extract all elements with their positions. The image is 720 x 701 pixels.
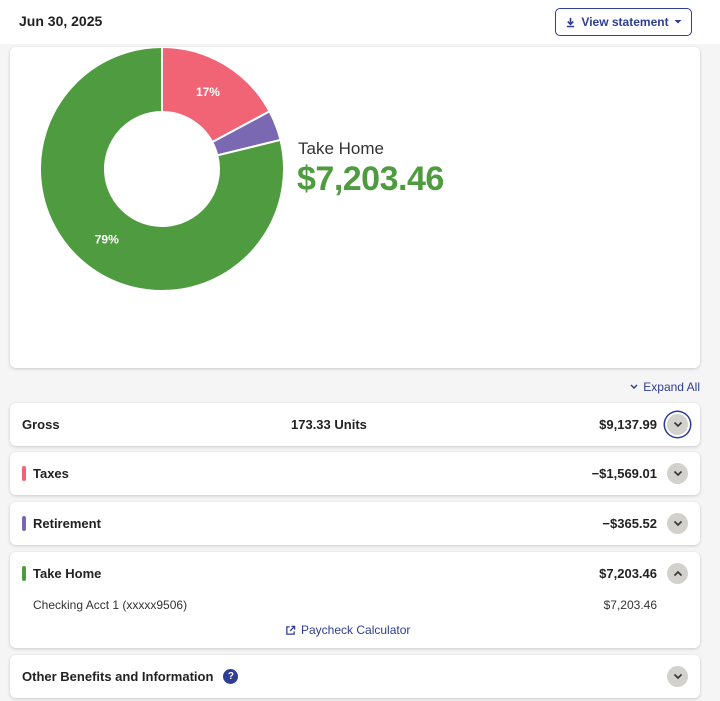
chevron-down-icon bbox=[630, 384, 638, 390]
retirement-amount: −$365.52 bbox=[602, 516, 657, 531]
other-benefits-title: Other Benefits and Information ? bbox=[22, 669, 239, 684]
chevron-down-icon bbox=[673, 470, 682, 477]
gross-units: 173.33 Units bbox=[291, 417, 367, 432]
take-home-row[interactable]: Take Home $7,203.46 Checking Acct 1 (xxx… bbox=[10, 552, 700, 648]
view-statement-label: View statement bbox=[581, 15, 669, 29]
taxes-title: Taxes bbox=[22, 466, 69, 481]
download-icon bbox=[567, 17, 575, 27]
take-home-title: Take Home bbox=[22, 566, 101, 581]
help-icon[interactable]: ? bbox=[223, 669, 239, 684]
checking-account-label: Checking Acct 1 (xxxxx9506) bbox=[33, 598, 188, 612]
chevron-down-icon bbox=[673, 421, 682, 428]
pay-date: Jun 30, 2025 bbox=[19, 13, 103, 29]
view-statement-button[interactable]: View statement bbox=[555, 8, 692, 36]
external-link-icon bbox=[286, 625, 296, 635]
taxes-color-bar bbox=[22, 466, 26, 481]
gross-label: Gross bbox=[22, 417, 60, 432]
other-benefits-expand-button[interactable] bbox=[667, 666, 688, 687]
chevron-down-icon bbox=[673, 673, 682, 680]
retirement-label: Retirement bbox=[33, 516, 101, 531]
retirement-color-bar bbox=[22, 516, 26, 531]
take-home-value: $7,203.46 bbox=[297, 160, 444, 198]
other-benefits-label: Other Benefits and Information bbox=[22, 669, 214, 684]
checking-account-amount: $7,203.46 bbox=[603, 598, 657, 612]
gross-row[interactable]: Gross 173.33 Units $9,137.99 bbox=[10, 403, 700, 446]
taxes-amount: −$1,569.01 bbox=[591, 466, 657, 481]
other-benefits-row[interactable]: Other Benefits and Information ? bbox=[10, 655, 700, 698]
taxes-row[interactable]: Taxes −$1,569.01 bbox=[10, 452, 700, 495]
taxes-expand-button[interactable] bbox=[667, 463, 688, 484]
caret-down-icon bbox=[674, 20, 682, 24]
gross-amount: $9,137.99 bbox=[599, 417, 657, 432]
taxes-label: Taxes bbox=[33, 466, 69, 481]
donut-label-taxes: 17% bbox=[196, 85, 220, 99]
retirement-row[interactable]: Retirement −$365.52 bbox=[10, 502, 700, 545]
paycheck-calculator-link[interactable]: Paycheck Calculator bbox=[285, 623, 410, 637]
chevron-down-icon bbox=[673, 520, 682, 527]
take-home-amount: $7,203.46 bbox=[599, 566, 657, 581]
gross-title: Gross bbox=[22, 417, 60, 432]
take-home-collapse-button[interactable] bbox=[667, 563, 688, 584]
retirement-title: Retirement bbox=[22, 516, 101, 531]
take-home-row-label: Take Home bbox=[33, 566, 102, 581]
paycheck-calculator-label: Paycheck Calculator bbox=[301, 623, 411, 637]
expand-all-label: Expand All bbox=[643, 380, 700, 394]
chevron-up-icon bbox=[673, 570, 682, 577]
donut-label-take-home: 79% bbox=[95, 232, 119, 246]
take-home-color-bar bbox=[22, 566, 26, 581]
expand-all-link[interactable]: Expand All bbox=[630, 380, 700, 394]
take-home-label: Take Home bbox=[298, 139, 384, 158]
pay-breakdown-donut-chart: 17% 79% bbox=[39, 47, 285, 292]
gross-expand-button[interactable] bbox=[667, 414, 688, 435]
retirement-expand-button[interactable] bbox=[667, 513, 688, 534]
top-bar: Jun 30, 2025 View statement bbox=[0, 0, 720, 44]
